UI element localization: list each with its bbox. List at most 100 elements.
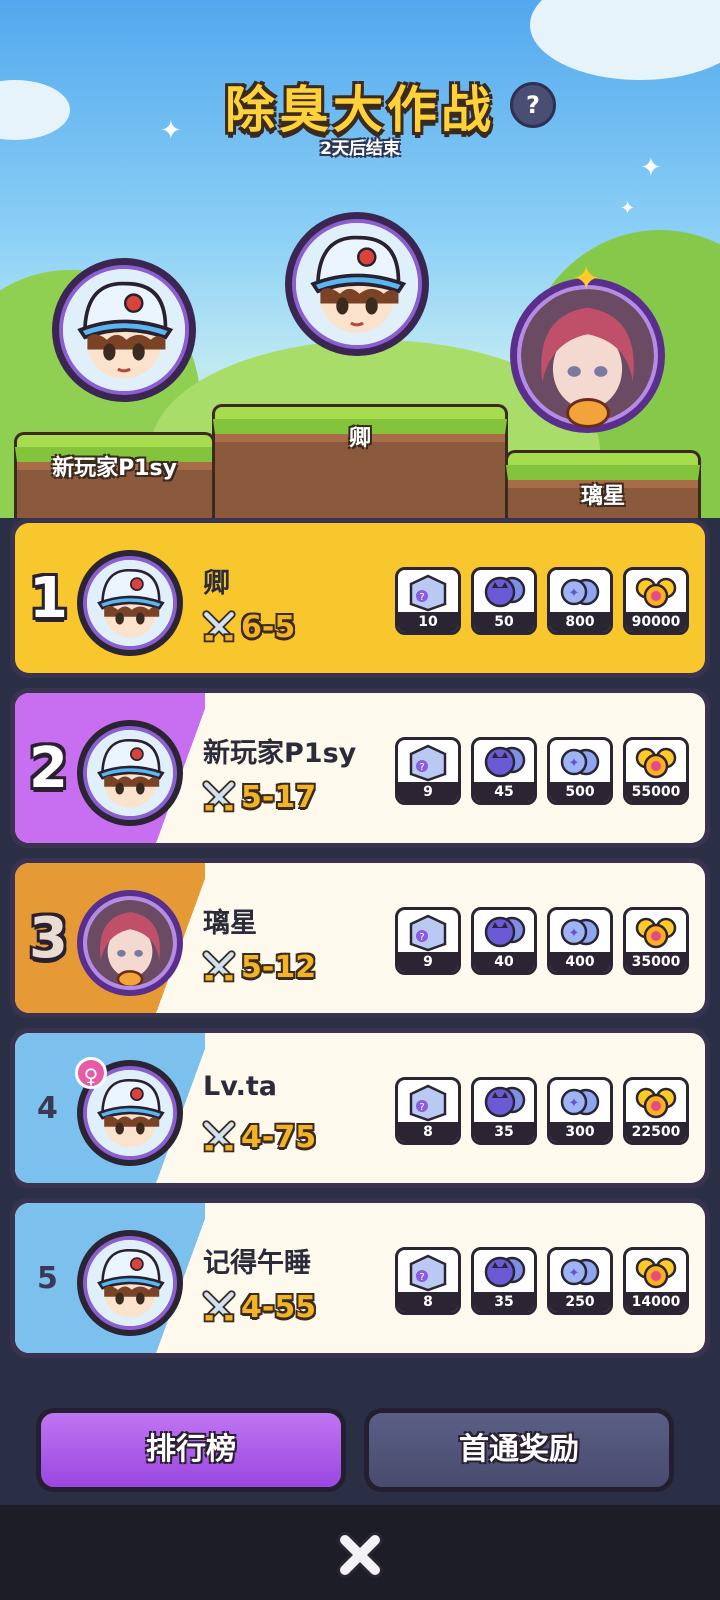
- player-avatar[interactable]: [77, 720, 183, 826]
- reward-count: 400: [550, 952, 610, 972]
- svg-text:?: ?: [419, 762, 424, 773]
- reward-count: 9: [398, 782, 458, 802]
- reward-cat-capsule[interactable]: 40: [471, 907, 537, 975]
- reward-count: 8: [398, 1292, 458, 1312]
- player-avatar[interactable]: [77, 1230, 183, 1336]
- crossed-swords-icon: [202, 610, 236, 643]
- leaderboard-row-1[interactable]: 1 卿 6-5 ? 10 50 ✦ 800 90000: [10, 518, 710, 678]
- svg-text:?: ?: [419, 1272, 424, 1283]
- row-panel: 5 记得午睡 4-55 ? 8 35 ✦ 250 14000: [15, 1203, 705, 1353]
- help-button[interactable]: ?: [510, 82, 556, 128]
- reward-cat-capsule[interactable]: 35: [471, 1077, 537, 1145]
- crossed-swords-icon: [202, 950, 236, 983]
- tab-leaderboard[interactable]: 排行榜: [36, 1408, 346, 1492]
- leaderboard-row-2[interactable]: 2 新玩家P1sy 5-17 ? 9 45 ✦ 500 55000: [10, 688, 710, 848]
- reward-count: 250: [550, 1292, 610, 1312]
- leaderboard-row-5[interactable]: 5 记得午睡 4-55 ? 8 35 ✦ 250 14000: [10, 1198, 710, 1358]
- leaderboard-row-4[interactable]: 4 ♀ Lv.ta 4-75 ? 8 35 ✦ 300 22500: [10, 1028, 710, 1188]
- svg-text:?: ?: [419, 592, 424, 603]
- girl-avatar-icon: [87, 900, 173, 986]
- score-value: 4-75: [241, 1119, 317, 1155]
- cat-capsule-icon: [484, 1256, 526, 1288]
- reward-count: 22500: [626, 1122, 686, 1142]
- reward-orb[interactable]: ✦ 250: [547, 1247, 613, 1315]
- reward-cat-capsule[interactable]: 50: [471, 567, 537, 635]
- row-panel: 4 ♀ Lv.ta 4-75 ? 8 35 ✦ 300 22500: [15, 1033, 705, 1183]
- score-value: 4-55: [241, 1289, 317, 1325]
- tab-first-clear-reward[interactable]: 首通奖励: [364, 1408, 674, 1492]
- gold-coins-icon: [635, 1087, 677, 1119]
- reward-mystery-box[interactable]: ? 8: [395, 1247, 461, 1315]
- score-value: 5-12: [241, 949, 317, 985]
- reward-cat-capsule[interactable]: 35: [471, 1247, 537, 1315]
- player-name: 记得午睡: [203, 1248, 311, 1279]
- podium-third-name: 璃星: [580, 484, 625, 509]
- cat-capsule-icon: [484, 916, 526, 948]
- reward-gold-coins[interactable]: 22500: [623, 1077, 689, 1145]
- reward-count: 55000: [626, 782, 686, 802]
- podium-second-avatar[interactable]: [52, 258, 196, 402]
- event-countdown: 2天后结束: [320, 139, 400, 159]
- row-panel: 1 卿 6-5 ? 10 50 ✦ 800 90000: [15, 523, 705, 673]
- reward-orb[interactable]: ✦ 300: [547, 1077, 613, 1145]
- player-score: 5-17: [201, 779, 316, 815]
- reward-orb[interactable]: ✦ 400: [547, 907, 613, 975]
- player-name: 璃星: [203, 908, 257, 939]
- gold-coins-icon: [635, 747, 677, 779]
- player-avatar[interactable]: [77, 890, 183, 996]
- reward-count: 300: [550, 1122, 610, 1142]
- orb-icon: ✦: [560, 1258, 600, 1286]
- sparkle-icon: ✦: [620, 198, 636, 219]
- event-banner: ✦ ✦ ✦ 除臭大作战 ? 2天后结束 新玩家P1sy 卿 璃星 ✦: [0, 0, 720, 525]
- reward-count: 500: [550, 782, 610, 802]
- reward-orb[interactable]: ✦ 800: [547, 567, 613, 635]
- reward-mystery-box[interactable]: ? 9: [395, 907, 461, 975]
- event-title: 除臭大作战: [225, 81, 495, 139]
- reward-gold-coins[interactable]: 55000: [623, 737, 689, 805]
- reward-mystery-box[interactable]: ? 10: [395, 567, 461, 635]
- svg-text:✦: ✦: [569, 1096, 580, 1111]
- boy-cap-avatar-icon: [296, 223, 418, 345]
- reward-count: 35: [474, 1292, 534, 1312]
- reward-list: ? 9 40 ✦ 400 35000: [395, 907, 689, 975]
- reward-count: 50: [474, 612, 534, 632]
- reward-gold-coins[interactable]: 35000: [623, 907, 689, 975]
- candy-frame-icon: [566, 398, 610, 428]
- player-avatar[interactable]: [77, 550, 183, 656]
- orb-icon: ✦: [560, 918, 600, 946]
- reward-mystery-box[interactable]: ? 9: [395, 737, 461, 805]
- reward-count: 40: [474, 952, 534, 972]
- close-icon: [337, 1532, 383, 1578]
- reward-cat-capsule[interactable]: 45: [471, 737, 537, 805]
- close-button[interactable]: [330, 1525, 390, 1585]
- player-score: 4-55: [201, 1289, 316, 1325]
- reward-count: 10: [398, 612, 458, 632]
- mystery-box-icon: ?: [409, 914, 447, 952]
- orb-icon: ✦: [560, 1088, 600, 1116]
- reward-list: ? 8 35 ✦ 300 22500: [395, 1077, 689, 1145]
- player-name: 卿: [203, 568, 230, 599]
- reward-count: 45: [474, 782, 534, 802]
- mystery-box-icon: ?: [409, 1084, 447, 1122]
- star-frame-icon: ✦: [572, 259, 601, 299]
- orb-icon: ✦: [560, 748, 600, 776]
- svg-text:✦: ✦: [569, 926, 580, 941]
- reward-gold-coins[interactable]: 14000: [623, 1247, 689, 1315]
- podium-third: 璃星: [505, 450, 701, 525]
- reward-orb[interactable]: ✦ 500: [547, 737, 613, 805]
- reward-count: 35000: [626, 952, 686, 972]
- boy-cap-avatar-icon: [87, 560, 173, 646]
- reward-gold-coins[interactable]: 90000: [623, 567, 689, 635]
- podium-first-avatar[interactable]: [285, 212, 429, 356]
- rank-number: 2: [29, 735, 68, 801]
- svg-text:✦: ✦: [569, 756, 580, 771]
- svg-text:?: ?: [419, 932, 424, 943]
- reward-mystery-box[interactable]: ? 8: [395, 1077, 461, 1145]
- leaderboard-row-3[interactable]: 3 璃星 5-12 ? 9 40 ✦ 400 35000: [10, 858, 710, 1018]
- svg-text:✦: ✦: [569, 586, 580, 601]
- player-score: 6-5: [201, 609, 295, 645]
- score-value: 5-17: [241, 779, 317, 815]
- boy-cap-avatar-icon: [63, 269, 185, 391]
- reward-count: 8: [398, 1122, 458, 1142]
- female-icon: ♀: [75, 1057, 107, 1089]
